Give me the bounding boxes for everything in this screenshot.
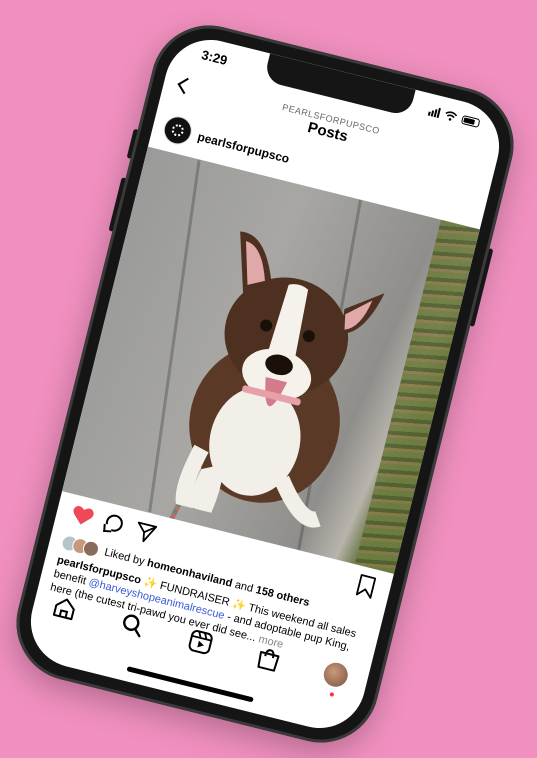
share-icon[interactable] [132, 519, 159, 546]
likes-prefix: Liked by [103, 546, 146, 568]
notification-dot [329, 691, 335, 697]
heart-icon[interactable] [68, 501, 97, 530]
comment-icon[interactable] [104, 512, 125, 534]
home-icon[interactable] [49, 592, 81, 624]
reels-icon[interactable] [185, 626, 217, 658]
battery-icon [460, 114, 481, 128]
screen: 3:29 PEARLSFORPUPSCO Posts pearlsforpups… [21, 30, 509, 738]
liker-avatars [59, 533, 101, 559]
phone-frame: 3:29 PEARLSFORPUPSCO Posts pearlsforpups… [4, 13, 526, 755]
avatar[interactable] [162, 114, 194, 147]
profile-icon[interactable] [321, 660, 351, 690]
signal-icon [427, 106, 441, 119]
post-image[interactable] [62, 146, 480, 574]
likes-joiner: and [233, 578, 255, 595]
bookmark-icon[interactable] [353, 572, 378, 600]
wifi-icon [445, 111, 458, 121]
home-indicator [126, 666, 254, 703]
phone-mockup: 3:29 PEARLSFORPUPSCO Posts pearlsforpups… [4, 13, 526, 755]
status-time: 3:29 [200, 47, 229, 69]
status-icons [427, 106, 481, 128]
search-icon[interactable] [117, 609, 149, 641]
shop-icon[interactable] [253, 643, 285, 675]
profile-tab[interactable] [321, 660, 353, 697]
